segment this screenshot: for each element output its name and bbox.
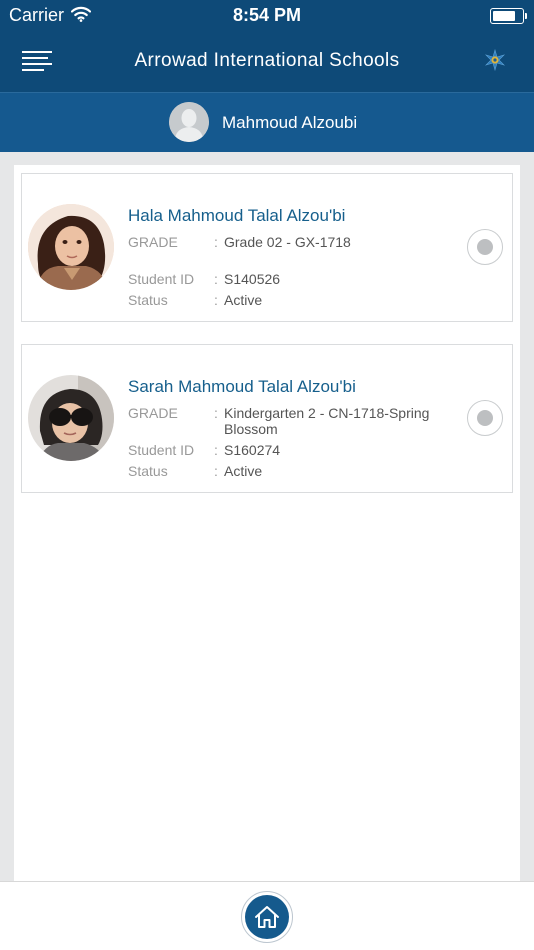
student-photo [28, 375, 114, 461]
grade-row: GRADE : Kindergarten 2 - CN-1718-Spring … [128, 405, 429, 437]
student-name[interactable]: Hala Mahmoud Talal Alzou'bi [128, 206, 345, 226]
battery-level [493, 11, 515, 21]
navbar: Arrowad International Schools [0, 32, 534, 92]
home-icon [245, 895, 289, 939]
student-id-row: Student ID : S160274 [128, 442, 280, 458]
student-card[interactable]: Sarah Mahmoud Talal Alzou'bi GRADE : Kin… [21, 344, 513, 493]
select-student-radio[interactable] [467, 400, 503, 436]
app-header: Carrier 8:54 PM Arrowad International Sc… [0, 0, 534, 92]
grade-label: GRADE [128, 234, 178, 250]
grade-label: GRADE [128, 405, 178, 421]
status-bar: Carrier 8:54 PM [0, 0, 534, 32]
student-card[interactable]: Hala Mahmoud Talal Alzou'bi GRADE : Grad… [21, 173, 513, 322]
clock: 8:54 PM [232, 5, 302, 25]
status-row: Status : Active [128, 463, 262, 479]
bottom-bar [0, 881, 534, 950]
grade-value: Kindergarten 2 - CN-1718-Spring Blossom [224, 405, 430, 437]
grade-value: Grade 02 - GX-1718 [224, 234, 351, 250]
colon: : [214, 463, 218, 479]
user-name: Mahmoud Alzoubi [222, 113, 358, 132]
student-list: Hala Mahmoud Talal Alzou'bi GRADE : Grad… [14, 165, 520, 881]
student-id-label: Student ID [128, 271, 195, 287]
colon: : [214, 405, 218, 421]
student-id-row: Student ID : S140526 [128, 271, 280, 287]
colon: : [214, 234, 218, 250]
status-value: Active [224, 463, 263, 479]
battery-icon [490, 8, 527, 24]
student-id-label: Student ID [128, 442, 195, 458]
student-id-value: S140526 [224, 271, 281, 287]
colon: : [214, 442, 218, 458]
status-label: Status [128, 463, 168, 479]
status-row: Status : Active [128, 292, 262, 308]
student-photo [28, 204, 114, 290]
student-name[interactable]: Sarah Mahmoud Talal Alzou'bi [128, 377, 356, 397]
user-silhouette-icon[interactable] [169, 102, 209, 142]
grade-row: GRADE : Grade 02 - GX-1718 [128, 234, 351, 250]
colon: : [214, 271, 218, 287]
user-bar: Mahmoud Alzoubi [0, 92, 534, 152]
status-label: Status [128, 292, 168, 308]
colon: : [214, 292, 218, 308]
status-value: Active [224, 292, 263, 308]
school-logo-icon[interactable] [484, 48, 506, 72]
page-title: Arrowad International Schools [134, 50, 400, 71]
student-id-value: S160274 [224, 442, 281, 458]
home-button[interactable] [241, 891, 293, 943]
select-student-radio[interactable] [467, 229, 503, 265]
